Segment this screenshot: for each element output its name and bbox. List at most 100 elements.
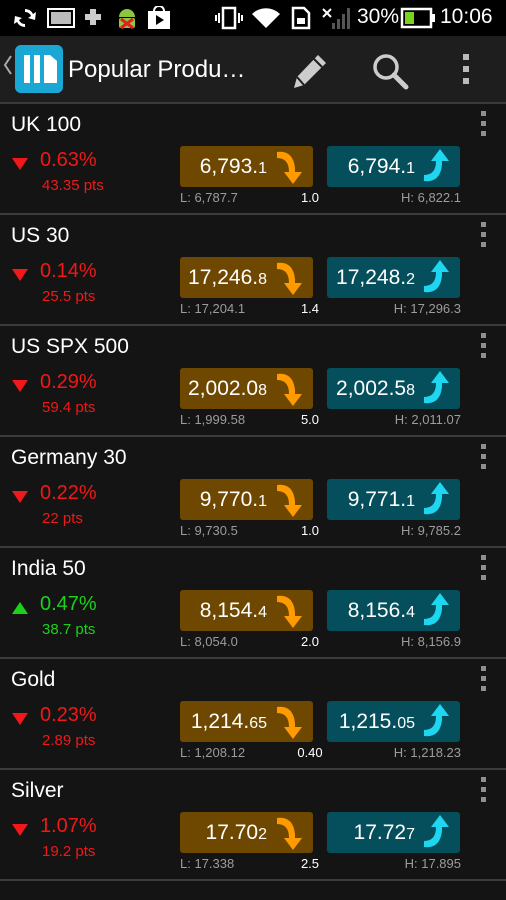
down-triangle-icon [12, 713, 28, 725]
product-name: Silver [11, 779, 64, 802]
sell-price-button[interactable]: 17,246.8 [180, 257, 313, 298]
sell-price-main: 2,002.0 [188, 377, 259, 400]
overflow-menu-icon[interactable] [458, 51, 474, 87]
buy-arrow-icon [424, 704, 449, 737]
search-icon[interactable] [370, 51, 410, 91]
high-value: H: 2,011.07 [394, 412, 461, 427]
signal-icon [322, 8, 350, 29]
sell-price-button[interactable]: 17.702 [180, 812, 313, 853]
high-value: H: 6,822.1 [401, 190, 461, 205]
row-overflow-menu-icon[interactable] [476, 444, 490, 480]
high-value: H: 17.895 [404, 856, 461, 871]
high-value: H: 9,785.2 [401, 523, 461, 538]
high-value: H: 1,218.23 [393, 745, 461, 760]
app-logo-icon[interactable] [15, 45, 63, 93]
change-points: 2.89 pts [42, 732, 96, 749]
buy-price-fraction: 8 [406, 382, 415, 399]
change-points: 43.35 pts [42, 177, 104, 194]
product-row-1[interactable]: US 30 0.14% 25.5 pts 17,246.8 17,248.2 L… [0, 215, 506, 326]
buy-arrow-icon [424, 149, 449, 182]
product-name: Gold [11, 668, 56, 691]
sell-arrow-icon [277, 262, 302, 295]
edit-pencil-icon[interactable] [290, 51, 330, 91]
sell-price-button[interactable]: 6,793.1 [180, 146, 313, 187]
change-points: 22 pts [42, 510, 83, 527]
wifi-icon [252, 8, 280, 28]
up-triangle-icon [12, 602, 28, 614]
sell-arrow-icon [277, 151, 302, 184]
buy-price-fraction: 7 [406, 826, 415, 843]
low-value: L: 6,787.7 [180, 190, 238, 205]
buy-price-main: 2,002.5 [336, 377, 407, 400]
down-triangle-icon [12, 269, 28, 281]
low-value: L: 8,054.0 [180, 634, 238, 649]
sell-price-main: 17.70 [205, 821, 259, 844]
status-bar: 30% 10:06 [0, 0, 506, 36]
battery-percent: 30% [357, 5, 400, 28]
sell-price-main: 8,154. [199, 599, 259, 622]
action-bar: Popular Produ… [0, 36, 506, 104]
change-percent: 1.07% [40, 815, 97, 837]
buy-price-button[interactable]: 17.727 [327, 812, 460, 853]
buy-price-button[interactable]: 6,794.1 [327, 146, 460, 187]
product-row-4[interactable]: India 50 0.47% 38.7 pts 8,154.4 8,156.4 … [0, 548, 506, 659]
change-percent: 0.63% [40, 149, 97, 171]
product-name: Germany 30 [11, 446, 127, 469]
product-row-3[interactable]: Germany 30 0.22% 22 pts 9,770.1 9,771.1 … [0, 437, 506, 548]
buy-arrow-icon [424, 593, 449, 626]
sell-price-button[interactable]: 2,002.08 [180, 368, 313, 409]
buy-price-main: 17,248. [336, 266, 407, 289]
product-list: UK 100 0.63% 43.35 pts 6,793.1 6,794.1 L… [0, 104, 506, 881]
row-overflow-menu-icon[interactable] [476, 111, 490, 147]
down-triangle-icon [12, 824, 28, 836]
down-triangle-icon [12, 491, 28, 503]
row-overflow-menu-icon[interactable] [476, 222, 490, 258]
puzzle-icon [85, 9, 101, 25]
change-percent: 0.22% [40, 482, 97, 504]
buy-arrow-icon [424, 260, 449, 293]
buy-arrow-icon [424, 371, 449, 404]
sell-price-fraction: 8 [258, 271, 267, 288]
sell-price-fraction: 2 [258, 826, 267, 843]
sell-price-button[interactable]: 9,770.1 [180, 479, 313, 520]
back-chevron-icon[interactable] [3, 54, 13, 76]
change-points: 25.5 pts [42, 288, 96, 305]
buy-price-fraction: 2 [406, 271, 415, 288]
product-row-2[interactable]: US SPX 500 0.29% 59.4 pts 2,002.08 2,002… [0, 326, 506, 437]
buy-price-button[interactable]: 2,002.58 [327, 368, 460, 409]
buy-price-main: 9,771. [347, 488, 407, 511]
buy-price-button[interactable]: 1,215.05 [327, 701, 460, 742]
battery-icon [400, 7, 435, 29]
change-percent: 0.29% [40, 371, 97, 393]
product-row-0[interactable]: UK 100 0.63% 43.35 pts 6,793.1 6,794.1 L… [0, 104, 506, 215]
product-name: India 50 [11, 557, 86, 580]
change-percent: 0.14% [40, 260, 97, 282]
sell-price-main: 17,246. [188, 266, 259, 289]
row-overflow-menu-icon[interactable] [476, 333, 490, 369]
product-row-6[interactable]: Silver 1.07% 19.2 pts 17.702 17.727 L: 1… [0, 770, 506, 881]
android-debug-icon [119, 9, 135, 30]
buy-arrow-icon [424, 815, 449, 848]
row-overflow-menu-icon[interactable] [476, 777, 490, 813]
sell-price-button[interactable]: 8,154.4 [180, 590, 313, 631]
product-row-5[interactable]: Gold 0.23% 2.89 pts 1,214.65 1,215.05 L:… [0, 659, 506, 770]
sell-arrow-icon [277, 595, 302, 628]
buy-price-button[interactable]: 17,248.2 [327, 257, 460, 298]
sell-arrow-icon [277, 484, 302, 517]
sim-icon [291, 6, 311, 30]
change-points: 59.4 pts [42, 399, 96, 416]
sell-price-main: 1,214. [190, 710, 250, 733]
buy-price-button[interactable]: 9,771.1 [327, 479, 460, 520]
row-overflow-menu-icon[interactable] [476, 666, 490, 702]
down-triangle-icon [12, 158, 28, 170]
buy-arrow-icon [424, 482, 449, 515]
buy-price-main: 1,215. [338, 710, 398, 733]
sell-price-button[interactable]: 1,214.65 [180, 701, 313, 742]
buy-price-fraction: 1 [406, 493, 415, 510]
row-overflow-menu-icon[interactable] [476, 555, 490, 591]
low-value: L: 17.338 [180, 856, 235, 871]
buy-price-button[interactable]: 8,156.4 [327, 590, 460, 631]
change-points: 19.2 pts [42, 843, 96, 860]
product-name: UK 100 [11, 113, 82, 136]
buy-price-main: 8,156. [347, 599, 407, 622]
